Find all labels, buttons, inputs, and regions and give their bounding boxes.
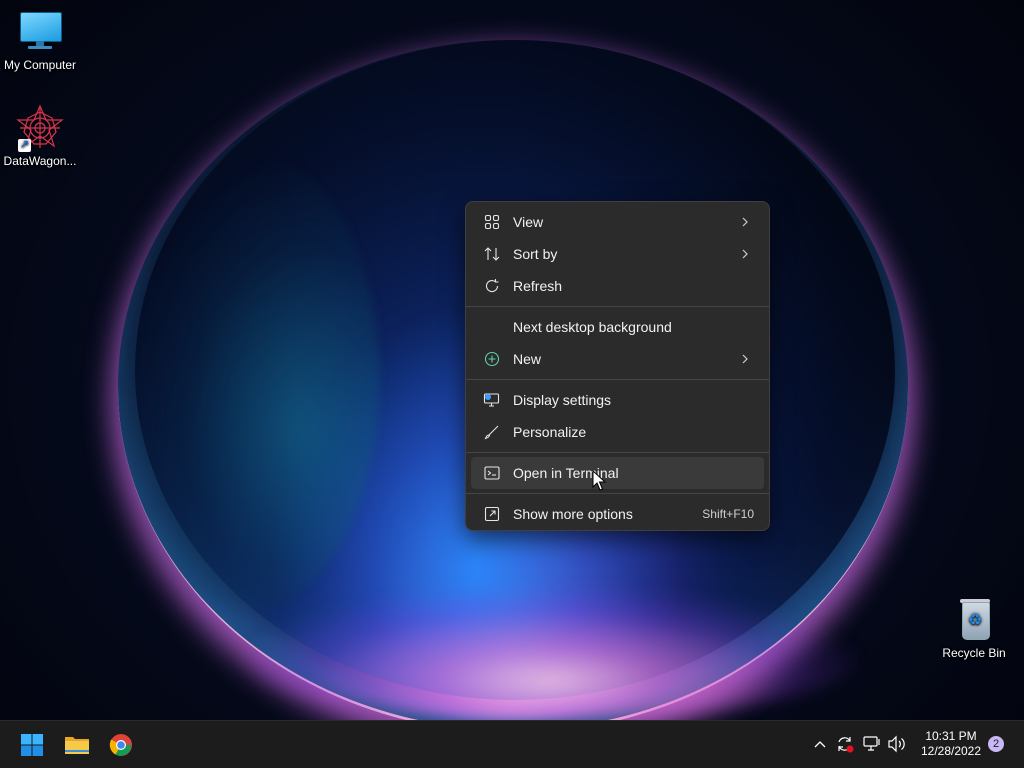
new-plus-icon bbox=[481, 348, 503, 370]
menu-item-label: Next desktop background bbox=[513, 319, 672, 335]
show-hidden-icons-button[interactable] bbox=[810, 734, 830, 754]
chevron-right-icon bbox=[742, 249, 748, 259]
network-icon bbox=[863, 736, 880, 751]
menu-separator bbox=[466, 493, 769, 494]
menu-item-view[interactable]: View bbox=[471, 206, 764, 238]
menu-item-label: Sort by bbox=[513, 246, 558, 262]
desktop-icon-label: My Computer bbox=[3, 58, 77, 72]
menu-separator bbox=[466, 452, 769, 453]
brush-icon bbox=[481, 421, 503, 443]
view-grid-icon bbox=[481, 211, 503, 233]
menu-item-refresh[interactable]: Refresh bbox=[471, 270, 764, 302]
wallpaper-teal-glow bbox=[120, 150, 380, 610]
menu-item-open-in-terminal[interactable]: Open in Terminal bbox=[471, 457, 764, 489]
clock-date: 12/28/2022 bbox=[920, 744, 982, 758]
menu-item-label: New bbox=[513, 351, 542, 367]
chevron-right-icon bbox=[742, 217, 748, 227]
desktop-icon-my-computer[interactable]: My Computer bbox=[0, 8, 80, 72]
start-button[interactable] bbox=[14, 727, 50, 763]
desktop-icon-label: Recycle Bin bbox=[942, 646, 1006, 660]
windows-start-icon bbox=[21, 734, 43, 756]
menu-item-next-desktop-background[interactable]: Next desktop background bbox=[471, 311, 764, 343]
keyboard-shortcut: Shift+F10 bbox=[702, 507, 754, 521]
taskbar: 10:31 PM 12/28/2022 2 bbox=[0, 720, 1024, 768]
file-explorer-button[interactable] bbox=[59, 727, 95, 763]
menu-item-new[interactable]: New bbox=[471, 343, 764, 375]
chevron-right-icon bbox=[742, 354, 748, 364]
menu-item-sort-by[interactable]: Sort by bbox=[471, 238, 764, 270]
menu-item-display-settings[interactable]: Display settings bbox=[471, 384, 764, 416]
desktop-icon-recycle-bin[interactable]: ♻ Recycle Bin bbox=[934, 596, 1014, 660]
network-button[interactable] bbox=[862, 734, 882, 754]
desktop-icon-label: DataWagon... bbox=[3, 154, 77, 168]
menu-item-label: View bbox=[513, 214, 544, 230]
speaker-icon bbox=[888, 735, 905, 753]
sort-icon bbox=[481, 243, 503, 265]
menu-item-label: Personalize bbox=[513, 424, 587, 440]
folder-icon bbox=[65, 737, 89, 754]
menu-item-show-more-options[interactable]: Show more options Shift+F10 bbox=[471, 498, 764, 530]
chevron-up-icon bbox=[814, 741, 826, 748]
menu-separator bbox=[466, 379, 769, 380]
volume-button[interactable] bbox=[887, 734, 907, 754]
datawagon-app-icon: ↗ bbox=[16, 104, 64, 152]
desktop-icon-datawagon[interactable]: ↗ DataWagon... bbox=[0, 104, 80, 168]
taskbar-clock[interactable]: 10:31 PM 12/28/2022 bbox=[914, 729, 988, 759]
refresh-icon bbox=[481, 275, 503, 297]
menu-item-label: Refresh bbox=[513, 278, 563, 294]
chrome-button[interactable] bbox=[103, 727, 139, 763]
clock-time: 10:31 PM bbox=[925, 729, 977, 743]
wallpaper-pink-glow bbox=[240, 590, 860, 720]
chrome-icon bbox=[109, 734, 132, 756]
menu-separator bbox=[466, 306, 769, 307]
notification-badge[interactable]: 2 bbox=[988, 736, 1004, 752]
recycle-bin-icon: ♻ bbox=[950, 596, 998, 644]
display-settings-icon bbox=[481, 389, 503, 411]
sync-status-button[interactable] bbox=[835, 734, 855, 754]
menu-item-label: Display settings bbox=[513, 392, 612, 408]
menu-item-label: Show more options bbox=[513, 506, 633, 522]
menu-item-label: Open in Terminal bbox=[513, 465, 619, 481]
desktop-context-menu: View Sort by Refresh Next desktop backgr… bbox=[465, 201, 770, 531]
terminal-icon bbox=[481, 462, 503, 484]
more-options-icon bbox=[481, 503, 503, 525]
shortcut-arrow-icon: ↗ bbox=[18, 139, 31, 152]
menu-item-personalize[interactable]: Personalize bbox=[471, 416, 764, 448]
sync-icon bbox=[838, 737, 854, 753]
mouse-pointer-icon bbox=[592, 470, 606, 491]
monitor-icon bbox=[16, 8, 64, 56]
